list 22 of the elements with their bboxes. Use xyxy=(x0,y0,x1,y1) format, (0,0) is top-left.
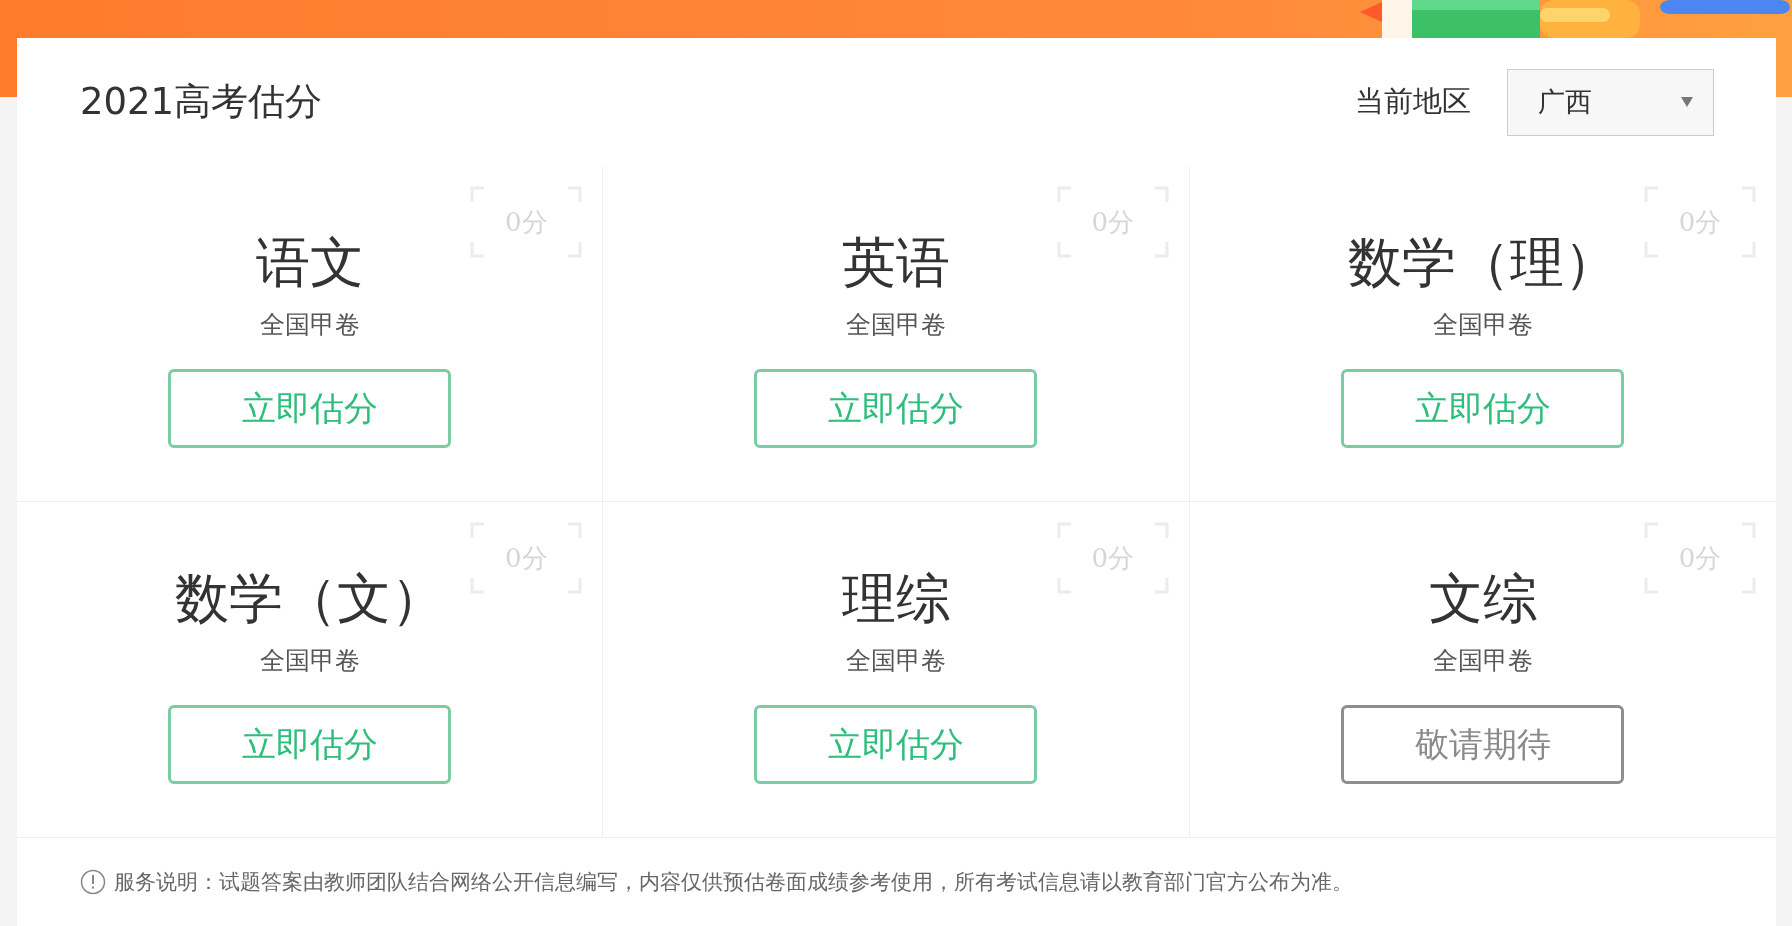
estimate-button[interactable]: 立即估分 xyxy=(168,705,452,784)
estimate-button[interactable]: 立即估分 xyxy=(168,369,452,448)
paper-name: 全国甲卷 xyxy=(846,309,946,341)
subject-name: 文综 xyxy=(1428,566,1537,632)
paper-name: 全国甲卷 xyxy=(259,309,360,341)
estimate-button[interactable]: 立即估分 xyxy=(754,705,1038,784)
service-notice: 服务说明：试题答案由教师团队结合网络公开信息编写，内容仅供预估卷面成绩参考使用，所有考试信息请以教育部门官方公布为准。 xyxy=(114,869,1353,896)
region-select[interactable]: 广西 xyxy=(1507,68,1714,136)
info-icon xyxy=(80,869,106,895)
subject-name: 数学（理） xyxy=(1347,230,1618,296)
page-title: 2021高考估分 xyxy=(80,79,324,125)
paper-name: 全国甲卷 xyxy=(846,645,946,677)
subject-name: 语文 xyxy=(255,230,364,296)
subject-name: 英语 xyxy=(842,230,950,296)
subject-name: 数学（文） xyxy=(174,566,445,632)
estimate-button[interactable]: 立即估分 xyxy=(1341,369,1625,448)
region-label: 当前地区 xyxy=(1355,83,1471,120)
estimate-button[interactable]: 立即估分 xyxy=(754,369,1038,448)
subject-name: 理综 xyxy=(842,566,950,632)
paper-name: 全国甲卷 xyxy=(259,645,360,677)
paper-name: 全国甲卷 xyxy=(1432,645,1533,677)
paper-name: 全国甲卷 xyxy=(1432,309,1533,341)
